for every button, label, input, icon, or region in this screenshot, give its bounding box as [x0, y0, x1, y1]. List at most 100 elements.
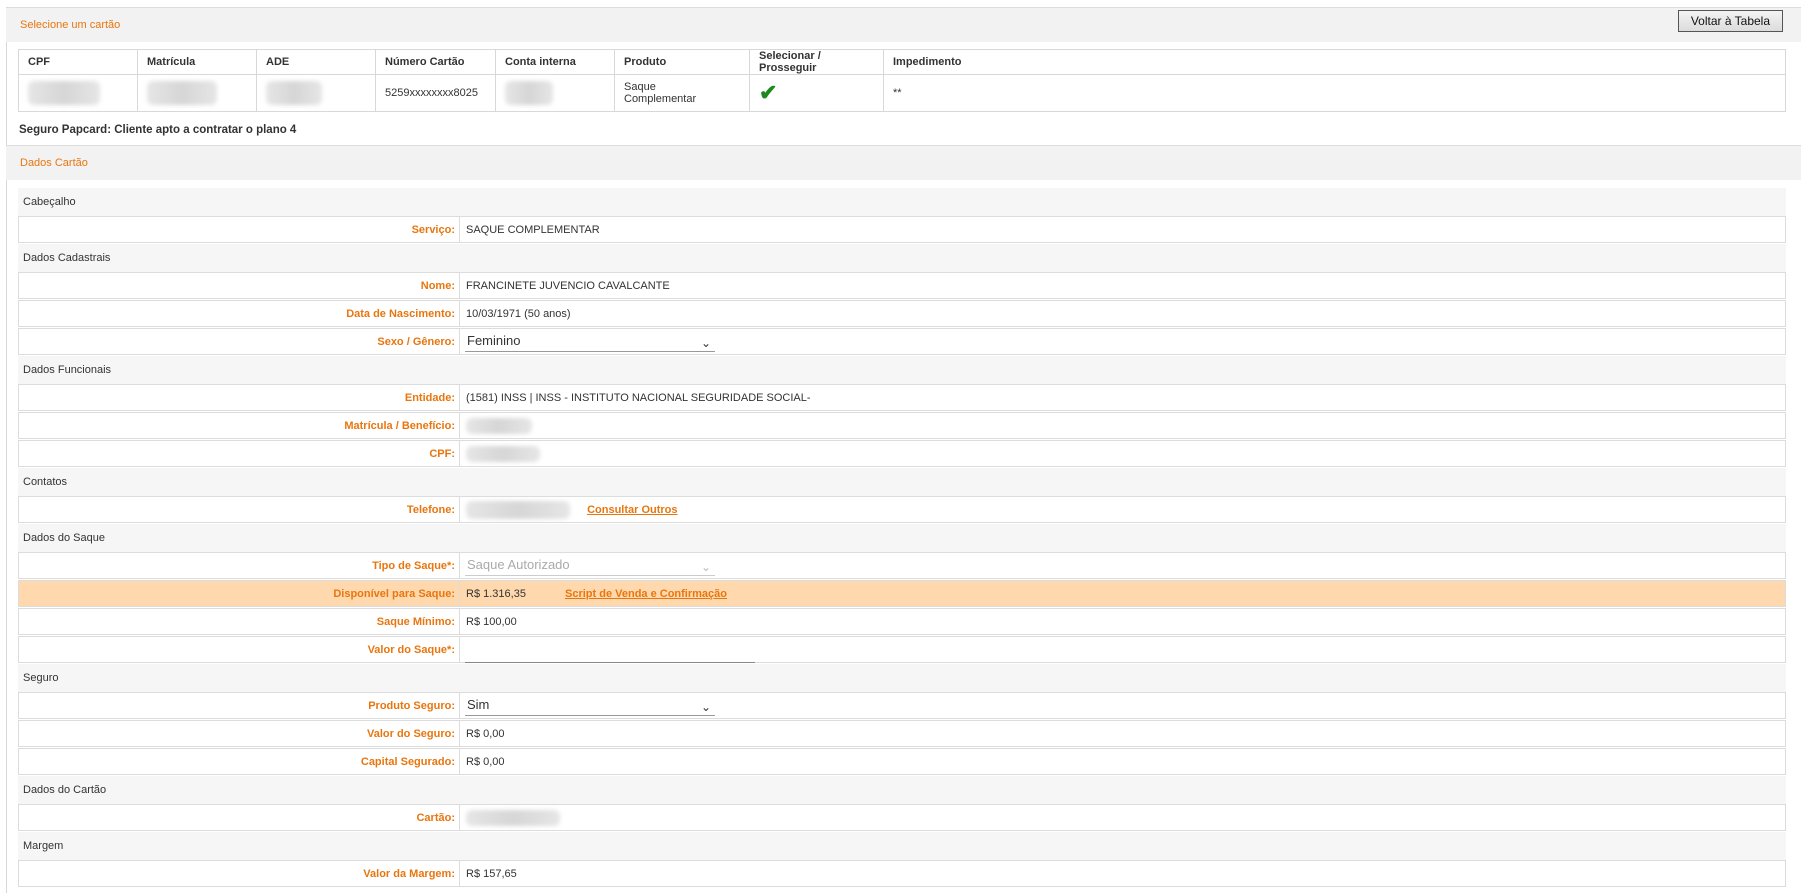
- group-header-contatos: Contatos: [18, 468, 1786, 496]
- field-label: Produto Seguro:: [19, 693, 460, 718]
- group-header-dados-funcionais: Dados Funcionais: [18, 356, 1786, 384]
- select-value: Saque Autorizado: [467, 557, 570, 572]
- table-header-row: CPF Matrícula ADE Número Cartão Conta in…: [18, 49, 1786, 75]
- redacted-value: [466, 810, 560, 826]
- field-label: Saque Mínimo:: [19, 609, 460, 634]
- redacted-value: [266, 81, 322, 105]
- field-row-nome: Nome: FRANCINETE JUVENCIO CAVALCANTE: [18, 272, 1786, 299]
- product-cell: Saque Complementar: [614, 74, 750, 112]
- group-header-dados-saque: Dados do Saque: [18, 524, 1786, 552]
- field-value: R$ 0,00: [466, 728, 505, 740]
- chevron-down-icon: ⌄: [700, 560, 711, 574]
- field-value: 10/03/1971 (50 anos): [466, 308, 571, 320]
- sales-script-link[interactable]: Script de Venda e Confirmação: [565, 588, 727, 600]
- select-card-section: Selecione um cartão Voltar à Tabela: [6, 7, 1801, 42]
- field-label: Tipo de Saque*:: [19, 553, 460, 578]
- select-cell[interactable]: ✔: [749, 74, 884, 112]
- field-label: Nome:: [19, 273, 460, 298]
- chevron-down-icon: ⌄: [700, 700, 711, 714]
- group-title: Dados do Saque: [23, 532, 105, 544]
- redacted-value: [505, 81, 553, 105]
- field-row-saque-minimo: Saque Mínimo: R$ 100,00: [18, 608, 1786, 635]
- cards-table: CPF Matrícula ADE Número Cartão Conta in…: [18, 49, 1786, 112]
- field-label: Valor do Seguro:: [19, 721, 460, 746]
- field-value: Consultar Outros: [466, 497, 678, 522]
- field-row-matricula: Matrícula / Benefício:: [18, 412, 1786, 439]
- field-row-tipo-saque: Tipo de Saque*: Saque Autorizado ⌄: [18, 552, 1786, 579]
- field-label: CPF:: [19, 441, 460, 466]
- field-row-sexo: Sexo / Gênero: Feminino ⌄: [18, 328, 1786, 355]
- internal-account-cell: [495, 74, 615, 112]
- group-header-dados-cadastrais: Dados Cadastrais: [18, 244, 1786, 272]
- column-header: CPF: [18, 49, 138, 75]
- ade-cell: [256, 74, 376, 112]
- available-amount: R$ 1.316,35: [466, 588, 526, 600]
- group-title: Dados do Cartão: [23, 784, 107, 796]
- withdrawal-type-select: Saque Autorizado ⌄: [465, 555, 715, 576]
- field-label: Telefone:: [19, 497, 460, 522]
- field-value: R$ 1.316,35 Script de Venda e Confirmaçã…: [466, 581, 727, 606]
- field-row-produto-seguro: Produto Seguro: Sim ⌄: [18, 692, 1786, 719]
- field-label: Serviço:: [19, 217, 460, 242]
- field-value: SAQUE COMPLEMENTAR: [466, 224, 600, 236]
- field-label: Cartão:: [19, 805, 460, 830]
- column-header: Produto: [614, 49, 750, 75]
- group-header-cabecalho: Cabeçalho: [18, 188, 1786, 216]
- group-title: Dados Cadastrais: [23, 252, 111, 264]
- cpf-cell: [18, 74, 138, 112]
- redacted-value: [28, 81, 100, 105]
- field-label: Capital Segurado:: [19, 749, 460, 774]
- field-label: Valor da Margem:: [19, 861, 460, 886]
- field-row-cpf: CPF:: [18, 440, 1786, 467]
- group-title: Contatos: [23, 476, 68, 488]
- column-header: Conta interna: [495, 49, 615, 75]
- field-value: R$ 157,65: [466, 868, 517, 880]
- field-row-capital-segurado: Capital Segurado: R$ 0,00: [18, 748, 1786, 775]
- field-row-valor-margem: Valor da Margem: R$ 157,65: [18, 860, 1786, 887]
- redacted-value: [466, 501, 570, 520]
- field-row-telefone: Telefone: Consultar Outros: [18, 496, 1786, 523]
- product-line: Saque: [624, 81, 656, 93]
- gender-select[interactable]: Feminino ⌄: [465, 331, 715, 352]
- column-header: ADE: [256, 49, 376, 75]
- chevron-down-icon: ⌄: [700, 336, 711, 350]
- field-label: Entidade:: [19, 385, 460, 410]
- redacted-value: [466, 418, 532, 434]
- group-header-dados-cartao: Dados do Cartão: [18, 776, 1786, 804]
- consult-others-link[interactable]: Consultar Outros: [587, 504, 677, 516]
- group-header-seguro: Seguro: [18, 664, 1786, 692]
- group-title: Cabeçalho: [23, 196, 76, 208]
- select-value: Feminino: [467, 333, 521, 348]
- card-data-section: Dados Cartão: [6, 145, 1801, 180]
- group-title: Seguro: [23, 672, 59, 684]
- check-icon[interactable]: ✔: [759, 80, 777, 105]
- withdrawal-amount-input[interactable]: [465, 641, 755, 663]
- field-label: Matrícula / Benefício:: [19, 413, 460, 438]
- field-row-cartao: Cartão:: [18, 804, 1786, 831]
- back-to-table-button[interactable]: Voltar à Tabela: [1677, 10, 1783, 32]
- column-header: Impedimento: [883, 49, 1786, 75]
- field-row-valor-saque: Valor do Saque*:: [18, 636, 1786, 663]
- card-number-cell: 5259xxxxxxxx8025: [375, 74, 496, 112]
- table-row[interactable]: 5259xxxxxxxx8025 Saque Complementar ✔ **: [18, 74, 1786, 112]
- redacted-value: [466, 446, 540, 462]
- field-value: FRANCINETE JUVENCIO CAVALCANTE: [466, 280, 670, 292]
- column-header: Selecionar / Prosseguir: [749, 49, 884, 75]
- column-header: Matrícula: [137, 49, 257, 75]
- field-label: Valor do Saque*:: [19, 637, 460, 662]
- field-label: Sexo / Gênero:: [19, 329, 460, 354]
- field-row-disponivel: Disponível para Saque: R$ 1.316,35 Scrip…: [18, 580, 1786, 607]
- product-line: Complementar: [624, 93, 697, 105]
- insurance-notice: Seguro Papcard: Cliente apto a contratar…: [19, 124, 297, 136]
- field-label: Data de Nascimento:: [19, 301, 460, 326]
- redacted-value: [147, 81, 217, 105]
- field-row-servico: Serviço: SAQUE COMPLEMENTAR: [18, 216, 1786, 243]
- section-title: Selecione um cartão: [20, 19, 121, 31]
- column-header: Número Cartão: [375, 49, 496, 75]
- insurance-product-select[interactable]: Sim ⌄: [465, 695, 715, 716]
- group-title: Margem: [23, 840, 64, 852]
- field-value: R$ 0,00: [466, 756, 505, 768]
- field-value: (1581) INSS | INSS - INSTITUTO NACIONAL …: [466, 392, 811, 404]
- select-value: Sim: [467, 697, 490, 712]
- group-title: Dados Funcionais: [23, 364, 112, 376]
